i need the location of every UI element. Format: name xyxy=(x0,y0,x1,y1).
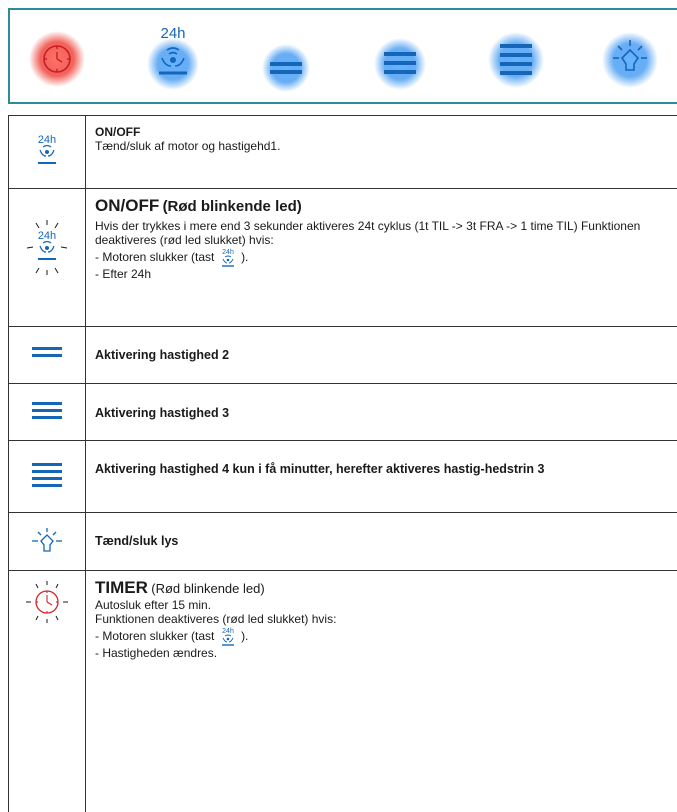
row-description: Aktivering hastighed 3 xyxy=(95,406,230,420)
icon-cell xyxy=(9,440,85,512)
row-title-suffix: (Rød blinkende led) xyxy=(162,198,302,215)
control-panel: 24h xyxy=(8,8,677,104)
icon-cell xyxy=(9,570,85,812)
svg-text:24h: 24h xyxy=(38,230,56,242)
table-row-speed-2: Aktivering hastighed 2 xyxy=(9,326,677,384)
row-title: ON/OFF xyxy=(95,196,160,215)
fan-24h-icon: 24h xyxy=(38,134,56,164)
svg-text:24h: 24h xyxy=(222,249,234,256)
speed-4-bars-icon xyxy=(488,32,544,88)
table-row-speed-4: Aktivering hastighed 4 kun i få minutter… xyxy=(9,440,677,513)
condition-text: - Motoren slukker (tast xyxy=(95,629,215,643)
lightbulb-icon xyxy=(602,32,658,88)
lightbulb-icon xyxy=(32,528,62,552)
icon-cell: 24h xyxy=(9,116,85,188)
row-heading: TIMER (Rød blinkende led) xyxy=(95,578,672,598)
function-table: 24h ON/OFF Tænd/sluk af motor og hastige… xyxy=(8,115,677,812)
row-title: ON/OFF xyxy=(95,125,141,139)
condition-text-end: ). xyxy=(241,250,249,264)
table-row-onoff-blink: 24h ON/OFF (Rød blinkende led) Hvis der … xyxy=(9,188,677,327)
condition-text-end: ). xyxy=(241,629,249,643)
speed-4-bars-icon xyxy=(32,463,62,487)
fan-24h-icon: 24h xyxy=(221,249,234,267)
row-condition-2: - Efter 24h xyxy=(95,267,152,281)
timer-blink-icon xyxy=(26,581,68,623)
fan-24h-blink-icon: 24h xyxy=(26,220,68,275)
row-line-3: - Motoren slukker (tast 24h ). xyxy=(95,626,672,646)
condition-text: - Motoren slukker (tast xyxy=(95,250,215,264)
speed-3-bars-icon xyxy=(374,38,426,90)
onoff-24h-button[interactable]: 24h xyxy=(143,22,203,92)
table-row-speed-3: Aktivering hastighed 3 xyxy=(9,383,677,441)
svg-text:24h: 24h xyxy=(38,134,56,146)
table-row-onoff: 24h ON/OFF Tænd/sluk af motor og hastige… xyxy=(9,116,677,189)
row-description: Aktivering hastighed 4 kun i få minutter… xyxy=(95,462,545,476)
speed-2-button[interactable] xyxy=(256,22,316,92)
row-line-1: Autosluk efter 15 min. xyxy=(95,598,212,612)
description-cell: ON/OFF Tænd/sluk af motor og hastigehd1. xyxy=(95,125,672,153)
row-line-4: - Hastigheden ændres. xyxy=(95,646,218,660)
row-description: Tænd/sluk af motor og hastigehd1. xyxy=(95,139,281,153)
timer-icon xyxy=(29,31,85,87)
row-line-2: Funktionen deaktiveres (rød led slukket)… xyxy=(95,612,337,626)
timer-button[interactable] xyxy=(27,22,87,92)
fan-24h-icon: 24h xyxy=(147,25,199,90)
row-condition-1: - Motoren slukker (tast 24h ). xyxy=(95,247,672,267)
description-cell: ON/OFF (Rød blinkende led) Hvis der tryk… xyxy=(95,196,672,281)
row-description: Hvis der trykkes i mere end 3 sekunder a… xyxy=(95,219,641,247)
icon-cell: 24h xyxy=(9,188,85,326)
speed-4-button[interactable] xyxy=(486,22,546,92)
speed-3-bars-icon xyxy=(32,402,62,419)
speed-3-button[interactable] xyxy=(370,22,430,92)
speed-2-bars-icon xyxy=(262,44,310,92)
icon-cell xyxy=(9,383,85,440)
table-row-timer: TIMER (Rød blinkende led) Autosluk efter… xyxy=(9,570,677,812)
table-row-light: Tænd/sluk lys xyxy=(9,512,677,571)
row-heading: ON/OFF (Rød blinkende led) xyxy=(95,196,672,217)
row-title: TIMER xyxy=(95,578,148,597)
row-title-suffix: (Rød blinkende led) xyxy=(151,581,265,596)
fan-24h-icon: 24h xyxy=(221,628,234,646)
row-description: Tænd/sluk lys xyxy=(95,534,179,548)
svg-text:24h: 24h xyxy=(222,628,234,635)
speed-2-bars-icon xyxy=(32,347,62,357)
svg-text:24h: 24h xyxy=(160,25,185,42)
icon-cell xyxy=(9,326,85,383)
light-button[interactable] xyxy=(600,22,660,92)
icon-cell xyxy=(9,512,85,570)
description-cell: TIMER (Rød blinkende led) Autosluk efter… xyxy=(95,578,672,660)
row-description: Aktivering hastighed 2 xyxy=(95,348,230,362)
